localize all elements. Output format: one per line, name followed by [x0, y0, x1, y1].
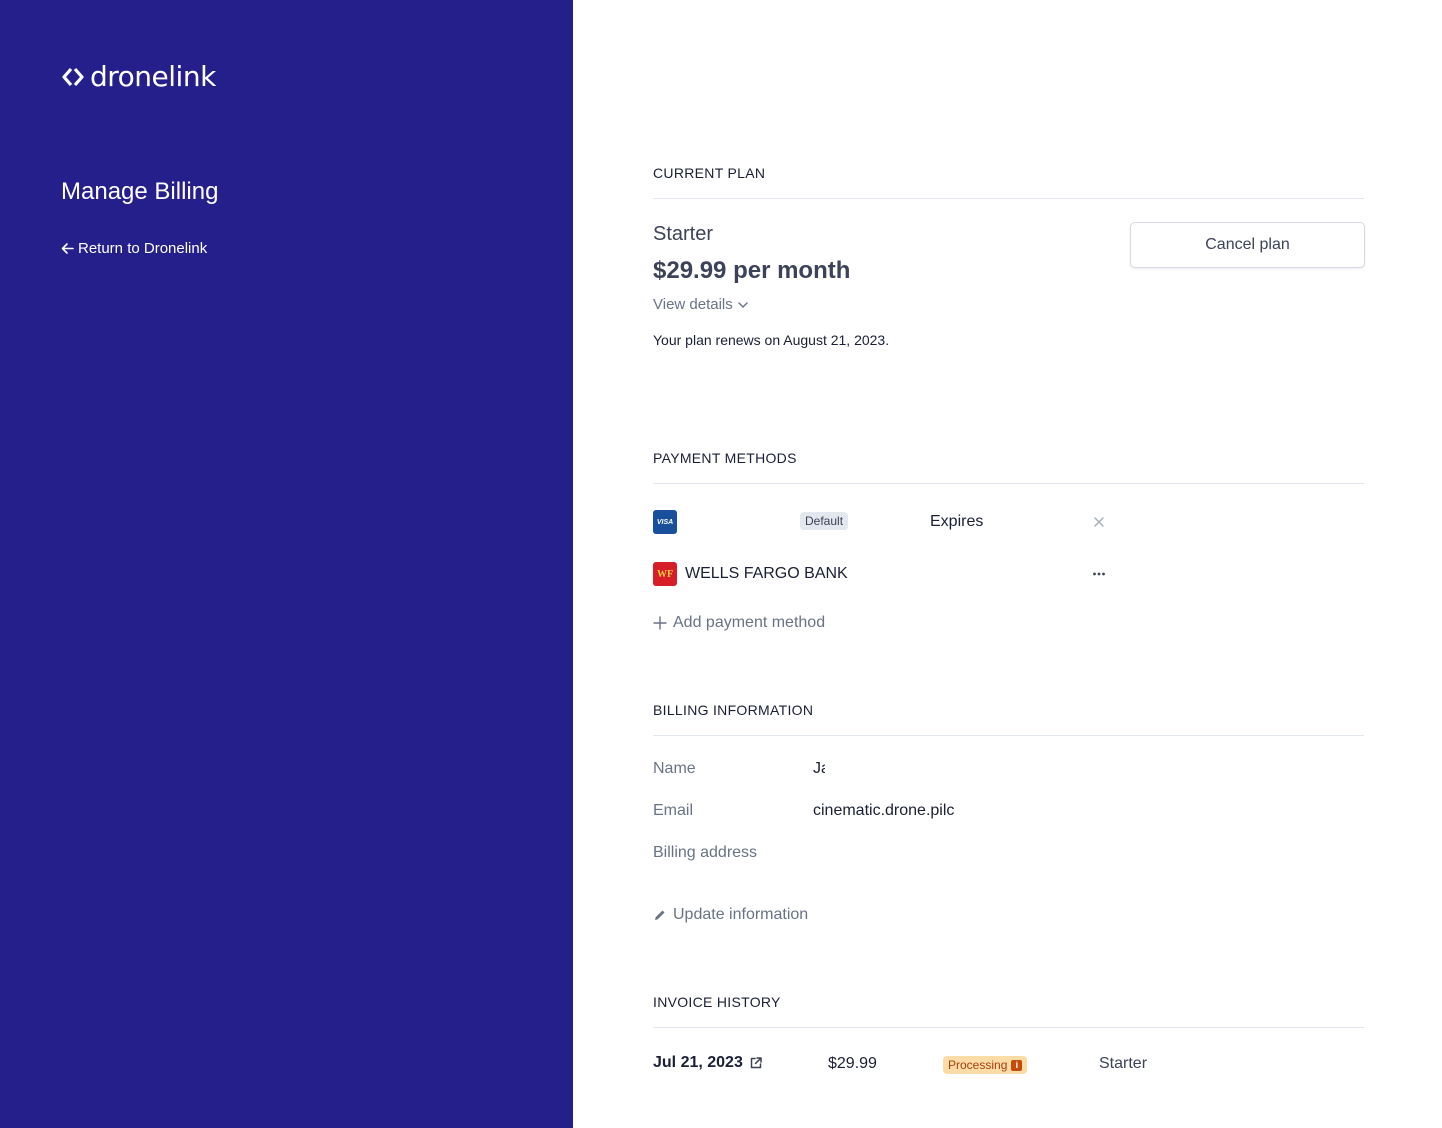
more-options-icon[interactable]: [1092, 567, 1106, 581]
status-badge-label: Processing: [948, 1058, 1008, 1072]
bank-name: WELLS FARGO BANK: [685, 565, 848, 582]
brand-name: dronelink: [90, 60, 216, 93]
invoice-history-heading: INVOICE HISTORY: [653, 994, 781, 1010]
cancel-plan-button[interactable]: Cancel plan: [1130, 222, 1365, 268]
divider: [653, 1027, 1364, 1028]
dronelink-logo-icon: [62, 67, 84, 86]
external-link-icon: [750, 1057, 762, 1069]
visa-icon: VISA: [653, 510, 677, 534]
info-icon[interactable]: i: [1011, 1059, 1023, 1071]
sidebar: dronelink Manage Billing Return to Drone…: [0, 0, 573, 1128]
plus-icon: [653, 616, 667, 630]
payment-methods-heading: PAYMENT METHODS: [653, 450, 797, 466]
view-details-label: View details: [653, 296, 733, 313]
return-link-label: Return to Dronelink: [78, 240, 208, 257]
plan-name: Starter: [653, 223, 714, 245]
view-details-toggle[interactable]: View details: [653, 296, 749, 313]
invoice-date: Jul 21, 2023: [653, 1054, 743, 1071]
page-title: Manage Billing: [61, 178, 219, 205]
brand-logo[interactable]: dronelink: [62, 60, 216, 93]
name-value: Ja: [813, 760, 825, 777]
add-payment-method-link[interactable]: Add payment method: [653, 614, 825, 632]
billing-info-heading: BILLING INFORMATION: [653, 702, 814, 718]
close-icon[interactable]: [1092, 515, 1106, 529]
invoice-plan: Starter: [1099, 1055, 1148, 1072]
update-information-link[interactable]: Update information: [653, 906, 808, 924]
divider: [653, 198, 1364, 199]
email-label: Email: [653, 802, 694, 819]
invoice-date-link[interactable]: Jul 21, 2023: [653, 1054, 763, 1072]
divider: [653, 735, 1364, 736]
renewal-text: Your plan renews on August 21, 2023.: [653, 332, 890, 348]
invoice-amount: $29.99: [828, 1055, 877, 1072]
pencil-icon: [655, 910, 665, 920]
default-badge: Default: [800, 512, 849, 530]
email-value: cinematic.drone.pilc: [813, 802, 955, 819]
plan-price: $29.99 per month: [653, 257, 851, 284]
update-information-label: Update information: [673, 906, 809, 923]
payment-method-bank: WF WELLS FARGO BANK: [653, 561, 1113, 587]
status-badge: Processing i: [943, 1056, 1028, 1074]
card-expires: Expires: [930, 513, 984, 530]
return-link[interactable]: Return to Dronelink: [61, 240, 207, 257]
add-payment-method-label: Add payment method: [673, 614, 826, 631]
chevron-down-icon: [738, 301, 748, 308]
divider: [653, 483, 1364, 484]
current-plan-heading: CURRENT PLAN: [653, 165, 766, 181]
billing-address-label: Billing address: [653, 844, 758, 861]
payment-method-card: VISA Default Expires: [653, 509, 1113, 535]
wells-fargo-icon: WF: [653, 562, 677, 586]
name-label: Name: [653, 760, 696, 777]
arrow-left-icon: [61, 243, 74, 254]
